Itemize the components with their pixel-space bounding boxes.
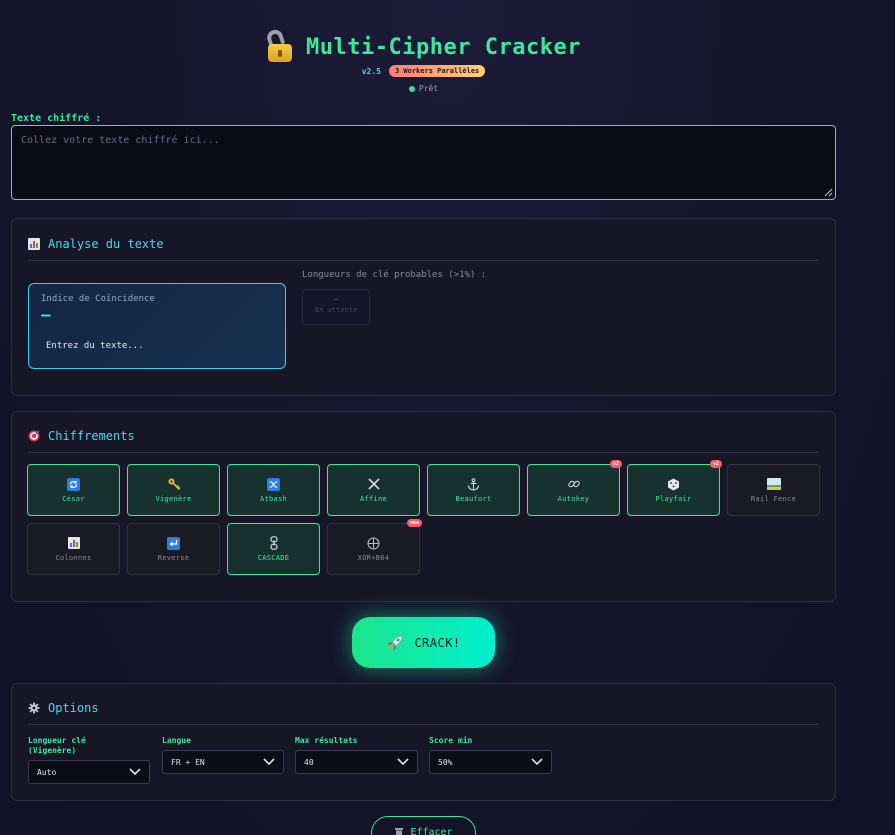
analysis-panel: Analyse du texte Indice de Coïncidence —… (11, 218, 836, 396)
ic-value: — (41, 305, 51, 324)
divider (28, 452, 819, 453)
app-header: Multi-Cipher Cracker v2.5 3 Workers Para… (0, 27, 847, 93)
status-dot-icon (408, 85, 415, 92)
target-icon (28, 430, 40, 442)
chart-icon (28, 238, 40, 250)
cipher-toggle-xor-b64[interactable]: XOR+B64 new (327, 519, 422, 575)
rail-icon (766, 477, 781, 491)
cipher-label: Playfair (655, 495, 692, 503)
cipher-label: Vigenère (155, 495, 192, 503)
version-badge: v2 (609, 460, 622, 468)
cipher-label: Atbash (259, 495, 288, 503)
cipher-label: Beaufort (455, 495, 492, 503)
cipher-label: Reverse (157, 554, 190, 562)
max-results-value: 40 (304, 757, 314, 767)
ciphers-title: Chiffrements (28, 429, 135, 443)
analysis-title-text: Analyse du texte (48, 237, 164, 251)
clear-button[interactable]: Effacer (371, 816, 476, 835)
cipher-label: XOR+B64 (357, 554, 390, 562)
ciphers-panel: Chiffrements César Vigenère Atbash Affin… (11, 411, 836, 602)
min-score-value: 50% (438, 757, 453, 767)
refresh-icon (67, 477, 81, 491)
meta-row: v2.5 3 Workers Parallèles (0, 65, 847, 77)
chevron-down-icon (531, 758, 543, 766)
key-length-select[interactable]: Auto (28, 760, 150, 784)
clear-label: Effacer (410, 827, 453, 835)
cipher-label: Rail Fence (750, 495, 797, 503)
ciphers-title-text: Chiffrements (48, 429, 135, 443)
ic-label: Indice de Coïncidence (41, 294, 155, 304)
shuffle-icon (267, 477, 281, 491)
app-title: Multi-Cipher Cracker (306, 34, 581, 60)
cipher-text-input[interactable] (11, 125, 836, 200)
cipher-toggle-caesar[interactable]: César (27, 464, 120, 516)
cipher-toggle-atbash[interactable]: Atbash (227, 464, 320, 516)
cipher-label: César (62, 495, 85, 503)
anchor-icon (467, 477, 481, 491)
link-icon (567, 477, 581, 491)
cipher-toggle-beaufort[interactable]: Beaufort (427, 464, 520, 516)
language-value: FR + EN (171, 757, 205, 767)
workers-badge: 3 Workers Parallèles (388, 65, 486, 77)
options-panel: Options Longueur clé (Vigenère) Auto Lan… (11, 683, 836, 801)
new-badge: new (406, 519, 422, 527)
analysis-title: Analyse du texte (28, 237, 164, 251)
cipher-toggle-playfair[interactable]: Playfair v2 (627, 460, 722, 516)
cipher-label: Affine (359, 495, 388, 503)
cipher-label: Autokey (557, 495, 590, 503)
cipher-label: CASCADE (257, 554, 290, 562)
gear-icon (28, 702, 40, 714)
chevron-down-icon (263, 758, 275, 766)
chevron-down-icon (129, 768, 141, 776)
cipher-toggle-rail-fence[interactable]: Rail Fence (727, 464, 820, 516)
cipher-toggle-affine[interactable]: Affine (327, 464, 420, 516)
max-results-select[interactable]: 40 (295, 750, 418, 774)
language-label: Langue (162, 736, 191, 745)
max-results-label: Max résultats (295, 736, 358, 745)
cipher-label: Colonnes (55, 554, 92, 562)
min-score-select[interactable]: 50% (429, 750, 552, 774)
trash-icon (395, 828, 404, 835)
options-title-text: Options (48, 701, 99, 715)
options-title: Options (28, 701, 99, 715)
return-icon (167, 536, 181, 550)
cipher-text-label: Texte chiffré : (11, 113, 102, 124)
unlocked-lock-icon (265, 27, 294, 62)
cipher-toggle-autokey[interactable]: Autokey v2 (527, 460, 622, 516)
bar-chart-icon (67, 536, 81, 550)
min-score-label: Score min (429, 736, 473, 745)
key-length-value: Auto (37, 767, 57, 777)
keylen-placeholder: — En attente (302, 289, 370, 325)
keylen-wait: En attente (314, 306, 358, 314)
cipher-toggle-columns[interactable]: Colonnes (27, 523, 120, 575)
status-indicator: Prêt (0, 84, 847, 93)
cipher-toggle-vigenere[interactable]: Vigenère (127, 464, 220, 516)
version-badge: v2 (709, 460, 722, 468)
version-label: v2.5 (361, 66, 381, 76)
cipher-toggle-reverse[interactable]: Reverse (127, 523, 220, 575)
crosshair-icon (367, 536, 381, 550)
rocket-icon (387, 635, 403, 650)
crack-label: CRACK! (414, 635, 461, 650)
chevron-down-icon (397, 758, 409, 766)
divider (28, 260, 819, 261)
status-text: Prêt (418, 84, 439, 93)
divider (28, 724, 819, 725)
ic-hint: Entrez du texte... (46, 341, 144, 351)
dice-icon (667, 477, 681, 491)
resize-grip-icon[interactable] (824, 188, 833, 197)
title-row: Multi-Cipher Cracker (0, 27, 847, 64)
language-select[interactable]: FR + EN (162, 750, 284, 774)
key-length-label: Longueur clé (Vigenère) (28, 736, 86, 755)
ic-card: Indice de Coïncidence — Entrez du texte.… (28, 283, 286, 369)
key-icon (167, 477, 181, 491)
crack-button[interactable]: CRACK! (352, 617, 495, 668)
keylen-label: Longueurs de clé probables (>1%) : (302, 270, 487, 280)
cipher-toggle-cascade[interactable]: CASCADE (227, 523, 320, 575)
cross-icon (367, 477, 381, 491)
chain-icon (267, 536, 281, 550)
keylen-dash: — (333, 295, 339, 305)
